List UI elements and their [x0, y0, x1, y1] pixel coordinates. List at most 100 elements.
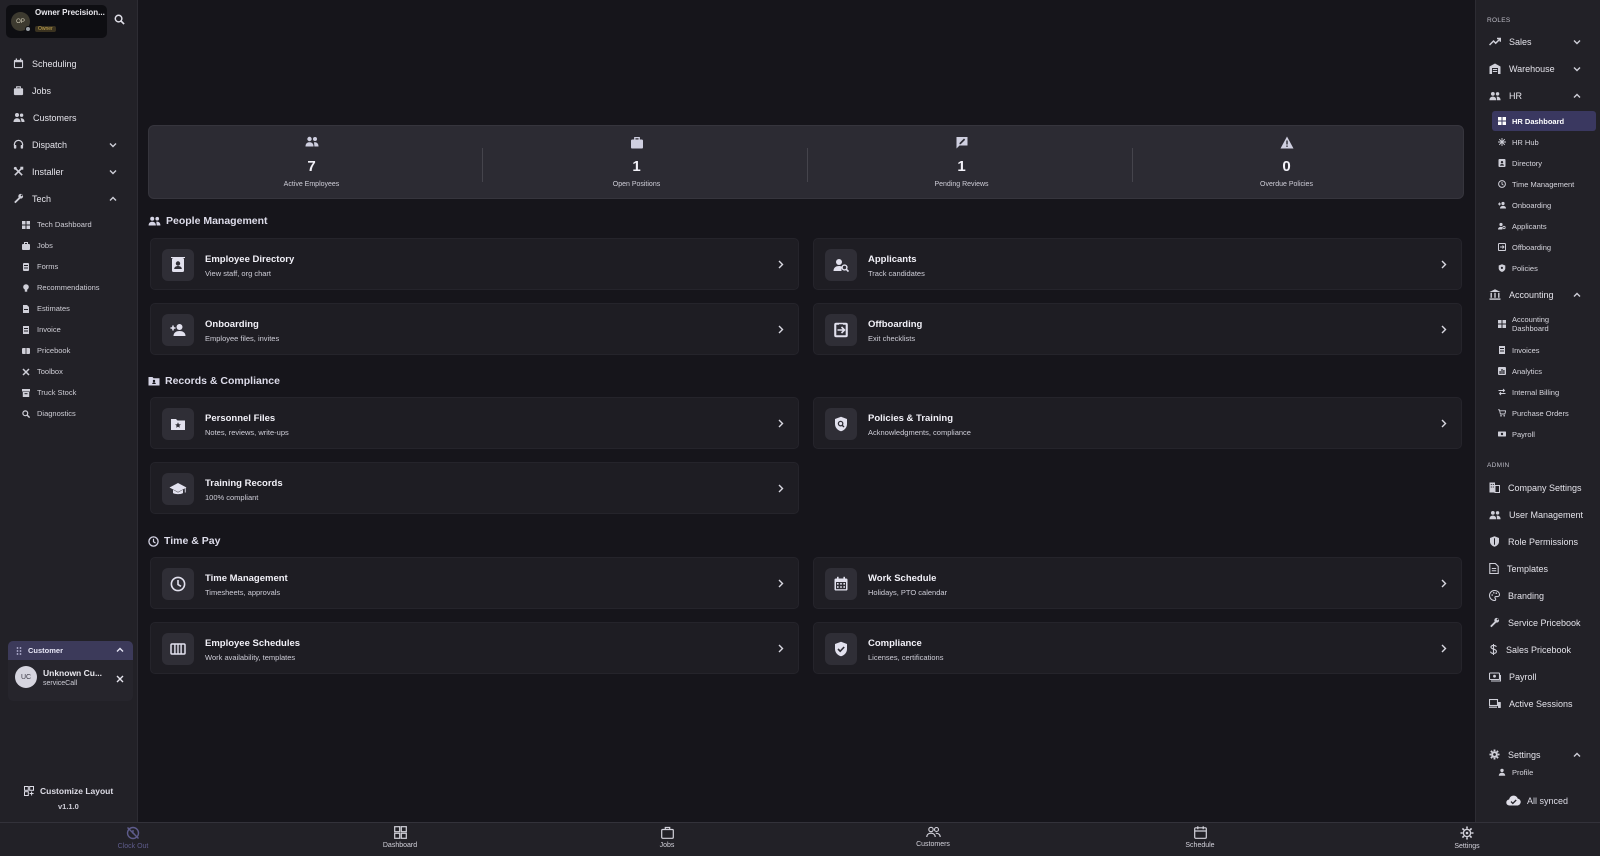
accounting-item-invoices[interactable]: Invoices	[1492, 340, 1596, 360]
chevron-up-icon[interactable]	[1573, 292, 1581, 298]
nav-jobs[interactable]: Jobs	[0, 77, 138, 104]
chevron-up-icon[interactable]	[1573, 93, 1581, 99]
card-policies-training[interactable]: Policies & Training Acknowledgments, com…	[813, 397, 1462, 449]
admin-branding[interactable]: Branding	[1476, 582, 1600, 609]
tech-item-truck-stock[interactable]: Truck Stock	[0, 382, 138, 403]
tech-item-invoice[interactable]: Invoice	[0, 319, 138, 340]
graduation-cap-icon	[162, 473, 194, 505]
item-label: Internal Billing	[1512, 387, 1560, 397]
admin-active-sessions[interactable]: Active Sessions	[1476, 690, 1600, 717]
settings-item-profile[interactable]: Profile	[1492, 768, 1596, 780]
role-warehouse[interactable]: Warehouse	[1476, 55, 1600, 82]
tech-item-tech-dashboard[interactable]: Tech Dashboard	[0, 214, 138, 235]
bottom-nav-clock-out[interactable]: Clock Out	[83, 826, 183, 850]
tech-item-toolbox[interactable]: Toolbox	[0, 361, 138, 382]
chevron-down-icon[interactable]	[109, 142, 117, 148]
admin-label: Active Sessions	[1509, 698, 1573, 709]
account-switcher[interactable]: OP Owner Precision... Owner	[6, 5, 107, 38]
dollar-icon	[1489, 644, 1497, 655]
nav-scheduling[interactable]: Scheduling	[0, 50, 138, 77]
hr-item-hr-dashboard[interactable]: HR Dashboard	[1492, 111, 1596, 131]
card-employee-schedules[interactable]: Employee Schedules Work availability, te…	[150, 622, 799, 674]
accounting-item-dashboard[interactable]: Accounting Dashboard	[1492, 311, 1596, 337]
admin-sales-pricebook[interactable]: Sales Pricebook	[1476, 636, 1600, 663]
status-dot	[25, 26, 31, 32]
customize-layout-button[interactable]: Customize Layout	[24, 786, 113, 796]
stat-open-positions[interactable]: 1 Open Positions	[474, 126, 799, 200]
chevron-up-icon[interactable]	[109, 196, 117, 202]
tech-item-jobs[interactable]: Jobs	[0, 235, 138, 256]
card-time-management[interactable]: Time Management Timesheets, approvals	[150, 557, 799, 609]
review-icon	[956, 137, 967, 149]
settings-group[interactable]: Settings	[1476, 741, 1600, 768]
bottom-nav-label: Jobs	[659, 842, 675, 849]
tech-item-recommendations[interactable]: Recommendations	[0, 277, 138, 298]
card-subtitle: Track candidates	[868, 269, 925, 278]
bottom-nav-label: Customers	[916, 841, 950, 848]
chevron-up-icon[interactable]	[116, 647, 124, 653]
accounting-item-internal-billing[interactable]: Internal Billing	[1492, 382, 1596, 402]
customer-panel-title: Customer	[28, 646, 64, 655]
search-icon[interactable]	[114, 14, 125, 25]
admin-company-settings[interactable]: Company Settings	[1476, 474, 1600, 501]
close-icon[interactable]	[116, 675, 124, 683]
hr-item-offboarding[interactable]: Offboarding	[1492, 237, 1596, 257]
tech-item-forms[interactable]: Forms	[0, 256, 138, 277]
hr-item-hr-hub[interactable]: HR Hub	[1492, 132, 1596, 152]
hr-item-onboarding[interactable]: Onboarding	[1492, 195, 1596, 215]
card-onboarding[interactable]: Onboarding Employee files, invites	[150, 303, 799, 355]
stat-pending-reviews[interactable]: 1 Pending Reviews	[799, 126, 1124, 200]
tech-item-pricebook[interactable]: Pricebook	[0, 340, 138, 361]
nav-customers[interactable]: Customers	[0, 104, 138, 131]
card-employee-directory[interactable]: Employee Directory View staff, org chart	[150, 238, 799, 290]
stat-overdue-policies[interactable]: 0 Overdue Policies	[1124, 126, 1449, 200]
hr-item-time-management[interactable]: Time Management	[1492, 174, 1596, 194]
accounting-item-payroll[interactable]: Payroll	[1492, 424, 1596, 444]
card-applicants[interactable]: Applicants Track candidates	[813, 238, 1462, 290]
admin-user-management[interactable]: User Management	[1476, 501, 1600, 528]
chevron-down-icon[interactable]	[1573, 39, 1581, 45]
nav-tech[interactable]: Tech	[0, 185, 138, 212]
wrench-icon	[14, 193, 24, 204]
bottom-nav-customers[interactable]: Customers	[883, 826, 983, 848]
role-hr[interactable]: HR	[1476, 82, 1600, 109]
drag-handle-icon[interactable]	[16, 646, 22, 655]
customer-panel-header[interactable]: Customer	[8, 641, 133, 660]
chevron-right-icon	[778, 419, 784, 428]
bottom-nav-schedule[interactable]: Schedule	[1150, 826, 1250, 849]
nav-installer[interactable]: Installer	[0, 158, 138, 185]
card-personnel-files[interactable]: Personnel Files Notes, reviews, write-up…	[150, 397, 799, 449]
admin-service-pricebook[interactable]: Service Pricebook	[1476, 609, 1600, 636]
hr-item-policies[interactable]: Policies	[1492, 258, 1596, 278]
admin-payroll[interactable]: Payroll	[1476, 663, 1600, 690]
money-icon	[1489, 671, 1501, 681]
chevron-down-icon[interactable]	[109, 169, 117, 175]
verified-shield-icon	[825, 633, 857, 665]
admin-role-permissions[interactable]: Role Permissions	[1476, 528, 1600, 555]
stat-active-employees[interactable]: 7 Active Employees	[149, 126, 474, 200]
bottom-nav-jobs[interactable]: Jobs	[617, 826, 717, 849]
hr-item-applicants[interactable]: Applicants	[1492, 216, 1596, 236]
tech-item-estimates[interactable]: Estimates	[0, 298, 138, 319]
dashboard-icon	[1498, 117, 1506, 125]
clock-off-icon	[126, 826, 140, 840]
hr-item-directory[interactable]: Directory	[1492, 153, 1596, 173]
card-training-records[interactable]: Training Records 100% compliant	[150, 462, 799, 514]
chevron-down-icon[interactable]	[1573, 66, 1581, 72]
accounting-item-purchase-orders[interactable]: Purchase Orders	[1492, 403, 1596, 423]
exit-icon	[1498, 243, 1506, 251]
item-label: HR Dashboard	[1512, 116, 1565, 126]
admin-templates[interactable]: Templates	[1476, 555, 1600, 582]
bottom-nav-dashboard[interactable]: Dashboard	[350, 826, 450, 849]
bottom-nav-settings[interactable]: Settings	[1417, 826, 1517, 850]
accounting-item-analytics[interactable]: Analytics	[1492, 361, 1596, 381]
card-compliance[interactable]: Compliance Licenses, certifications	[813, 622, 1462, 674]
card-work-schedule[interactable]: Work Schedule Holidays, PTO calendar	[813, 557, 1462, 609]
avatar: OP	[11, 12, 31, 32]
role-accounting[interactable]: Accounting	[1476, 281, 1600, 308]
card-offboarding[interactable]: Offboarding Exit checklists	[813, 303, 1462, 355]
chevron-up-icon[interactable]	[1573, 752, 1581, 758]
tech-item-diagnostics[interactable]: Diagnostics	[0, 403, 138, 424]
role-sales[interactable]: Sales	[1476, 28, 1600, 55]
nav-dispatch[interactable]: Dispatch	[0, 131, 138, 158]
